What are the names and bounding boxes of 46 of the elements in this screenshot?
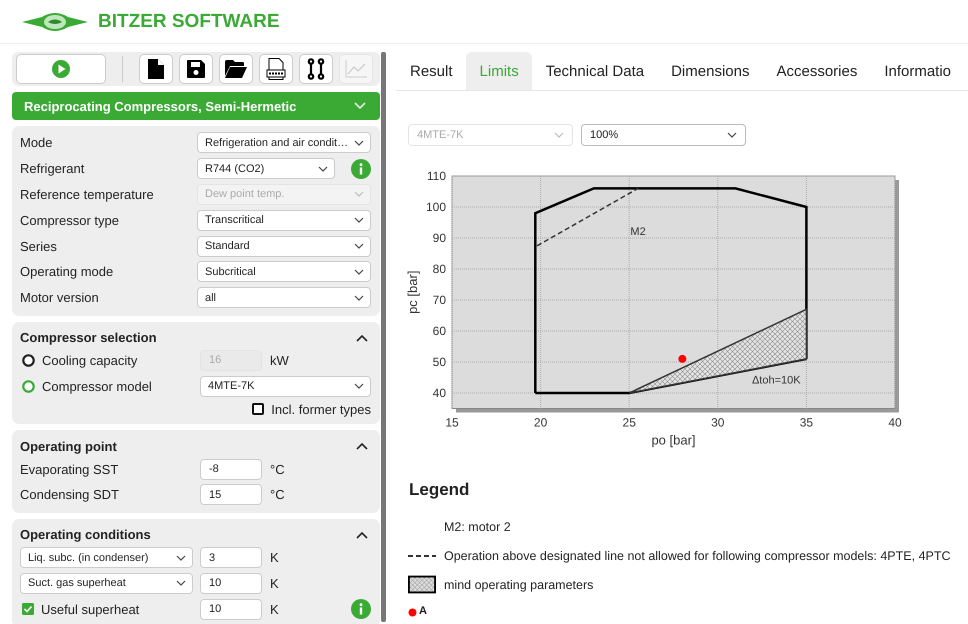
x-tick-label: 20 [534, 416, 548, 430]
setting-label: Compressor type [20, 212, 120, 228]
option-label: Cooling capacity [42, 352, 138, 368]
y-axis-title: pc [bar] [405, 270, 420, 314]
legend-label: Operation above designated line not allowed for following compressor models: 4PTE, 4PTC [444, 548, 951, 562]
unit-label: K [269, 576, 280, 591]
x-tick-label: 35 [800, 416, 814, 430]
legend-title: Legend [409, 480, 470, 500]
section-title: Compressor selection [20, 330, 157, 346]
app-title: BITZER SOFTWARE [98, 10, 280, 32]
checkbox-label: Useful superheat [41, 602, 140, 617]
x-tick-label: 40 [888, 416, 902, 430]
y-tick-label: 40 [432, 386, 446, 400]
setting-label: Motor version [20, 290, 100, 306]
setting-label: Mode [20, 135, 54, 150]
legend-label: A [419, 605, 427, 617]
unit-label: °C [269, 487, 286, 502]
y-tick-label: 90 [432, 231, 446, 245]
checkbox-label: Incl. former types [271, 402, 371, 417]
section-title: Operating point [20, 438, 117, 454]
option-label: Compressor model [42, 378, 152, 394]
field-label: Evaporating SST [20, 462, 120, 477]
y-tick-label: 50 [432, 355, 446, 369]
y-tick-label: 100 [426, 200, 446, 214]
setting-label: Series [20, 238, 58, 254]
chart-annotation: M2 [630, 226, 646, 238]
setting-label: Refrigerant [20, 161, 86, 176]
section-title: Operating conditions [20, 527, 151, 542]
unit-label: °C [269, 462, 286, 477]
x-tick-label: 25 [622, 416, 636, 430]
unit-label: K [269, 602, 280, 617]
setting-label: Operating mode [20, 264, 114, 280]
field-label: Condensing SDT [20, 487, 120, 502]
y-tick-label: 60 [432, 324, 446, 338]
legend-label: mind operating parameters [444, 578, 594, 592]
y-tick-label: 110 [426, 169, 446, 183]
chart-annotation: Δtoh=10K [752, 374, 801, 387]
unit-label: kW [269, 352, 290, 368]
y-tick-label: 70 [432, 293, 446, 307]
x-tick-label: 30 [711, 416, 724, 430]
legend-label: M2: motor 2 [444, 520, 511, 534]
y-tick-label: 80 [432, 262, 446, 276]
unit-label: K [269, 550, 280, 566]
setting-label: Reference temperature [20, 186, 155, 202]
x-tick-label: 15 [445, 416, 459, 430]
x-axis-title: po [bar] [651, 432, 696, 448]
